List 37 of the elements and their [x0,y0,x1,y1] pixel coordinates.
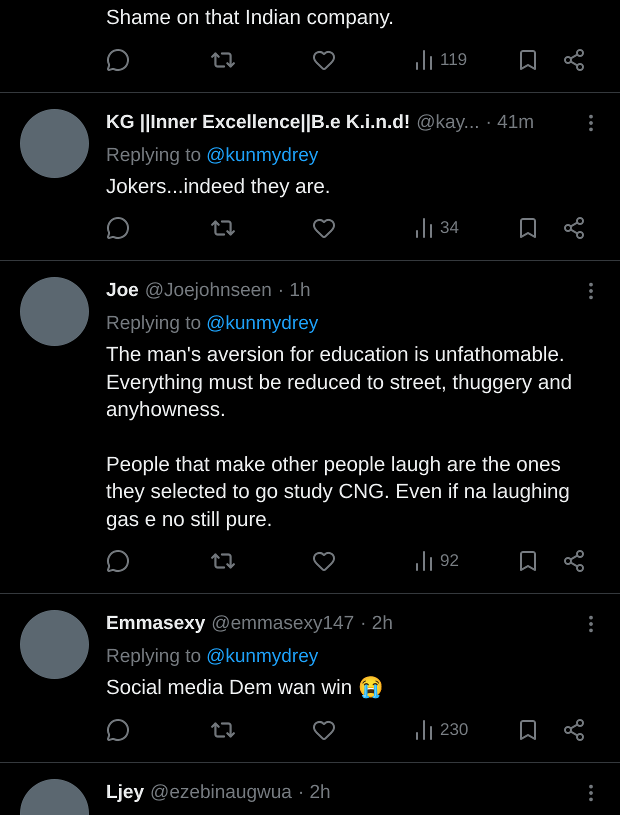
like-icon[interactable] [312,216,336,240]
reply-icon[interactable] [106,216,130,240]
views-button[interactable]: 119 [412,48,468,72]
display-name[interactable]: Emmasexy [106,613,206,635]
user-handle: @emmasexy147 [211,613,354,635]
reply-icon[interactable] [106,718,130,742]
share-icon[interactable] [562,718,586,742]
replying-label: Replying to [106,144,202,166]
display-name[interactable]: Ljey [106,782,144,804]
mention-link[interactable]: @kunmydrey [206,646,318,668]
mention-link[interactable]: @kunmydrey [206,313,318,335]
post-text: Jokers...indeed they are. [106,174,332,200]
display-name[interactable]: KG ||Inner Excellence||B.e K.i.n.d! [106,112,410,134]
post-text: Social media Dem wan win 😭 [106,675,385,701]
post-time: · 41m [486,112,534,134]
views-button[interactable]: 92 [412,549,459,573]
reply-icon[interactable] [106,48,130,72]
post-text: The man's aversion for education is unfathomable. Everything must be reduced to street, thuggery and anyhowness. [106,342,574,423]
display-name[interactable]: Joe [106,280,139,302]
user-handle: @ezebinaugwua [150,782,292,804]
share-icon[interactable] [562,549,586,573]
user-handle: @Joejohnseen [144,280,272,302]
replying-label: Replying to [106,646,202,668]
post-time: · 2h [360,613,393,635]
share-icon[interactable] [562,216,586,240]
like-icon[interactable] [312,549,336,573]
post-time: · 1h [278,280,311,302]
post-text: Shame on that Indian company. [106,5,395,31]
post-time: · 2h [298,782,331,804]
user-handle: @kay... [416,112,480,134]
share-icon[interactable] [562,48,586,72]
replying-label: Replying to [106,313,202,335]
reply-icon[interactable] [106,549,130,573]
post-text: People that make other people laugh are the ones they selected to go study CNG. Even if na laughing gas e no still pure. [106,452,571,532]
mention-link[interactable]: @kunmydrey [206,144,318,166]
views-button[interactable]: 34 [412,216,459,240]
views-button[interactable]: 230 [412,718,468,742]
